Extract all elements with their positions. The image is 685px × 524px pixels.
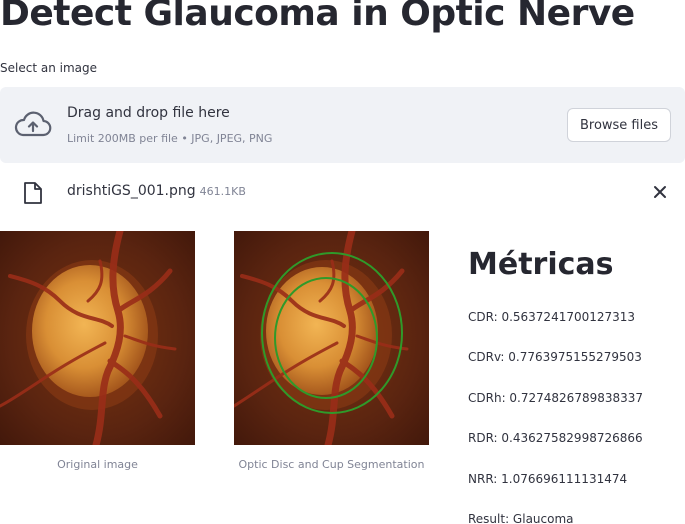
segmentation-caption: Optic Disc and Cup Segmentation <box>238 458 425 471</box>
metric-rdr: RDR: 0.43627582998726866 <box>468 431 643 445</box>
segmentation-image <box>234 231 429 445</box>
file-icon <box>24 182 42 204</box>
metrics-heading: Métricas <box>468 247 614 282</box>
app-page: Detect Glaucoma in Optic Nerve Select an… <box>0 0 685 524</box>
select-image-label: Select an image <box>0 61 97 75</box>
original-fundus-image <box>0 231 195 445</box>
file-name-text: drishtiGS_001.png <box>67 183 196 199</box>
cloud-upload-icon <box>14 111 52 137</box>
browse-files-button[interactable]: Browse files <box>567 108 671 142</box>
result-text: Result: Glaucoma <box>468 512 574 524</box>
metric-cdr: CDR: 0.5637241700127313 <box>468 310 636 324</box>
uploaded-file-row: drishtiGS_001.png 461.1KB <box>0 176 685 208</box>
file-size: 461.1KB <box>199 185 246 198</box>
page-title: Detect Glaucoma in Optic Nerve <box>0 0 635 34</box>
file-dropzone[interactable]: Drag and drop file here Limit 200MB per … <box>0 87 685 163</box>
metric-nrr: NRR: 1.076696111131474 <box>468 472 628 486</box>
close-icon[interactable] <box>650 182 670 202</box>
original-image-caption: Original image <box>57 458 138 471</box>
metric-cdrv: CDRv: 0.7763975155279503 <box>468 350 642 364</box>
dropzone-limit-text: Limit 200MB per file • JPG, JPEG, PNG <box>67 132 273 145</box>
dropzone-title: Drag and drop file here <box>67 105 230 121</box>
metric-cdrh: CDRh: 0.7274826789838337 <box>468 391 644 405</box>
uploaded-file-name: drishtiGS_001.png 461.1KB <box>67 183 246 199</box>
